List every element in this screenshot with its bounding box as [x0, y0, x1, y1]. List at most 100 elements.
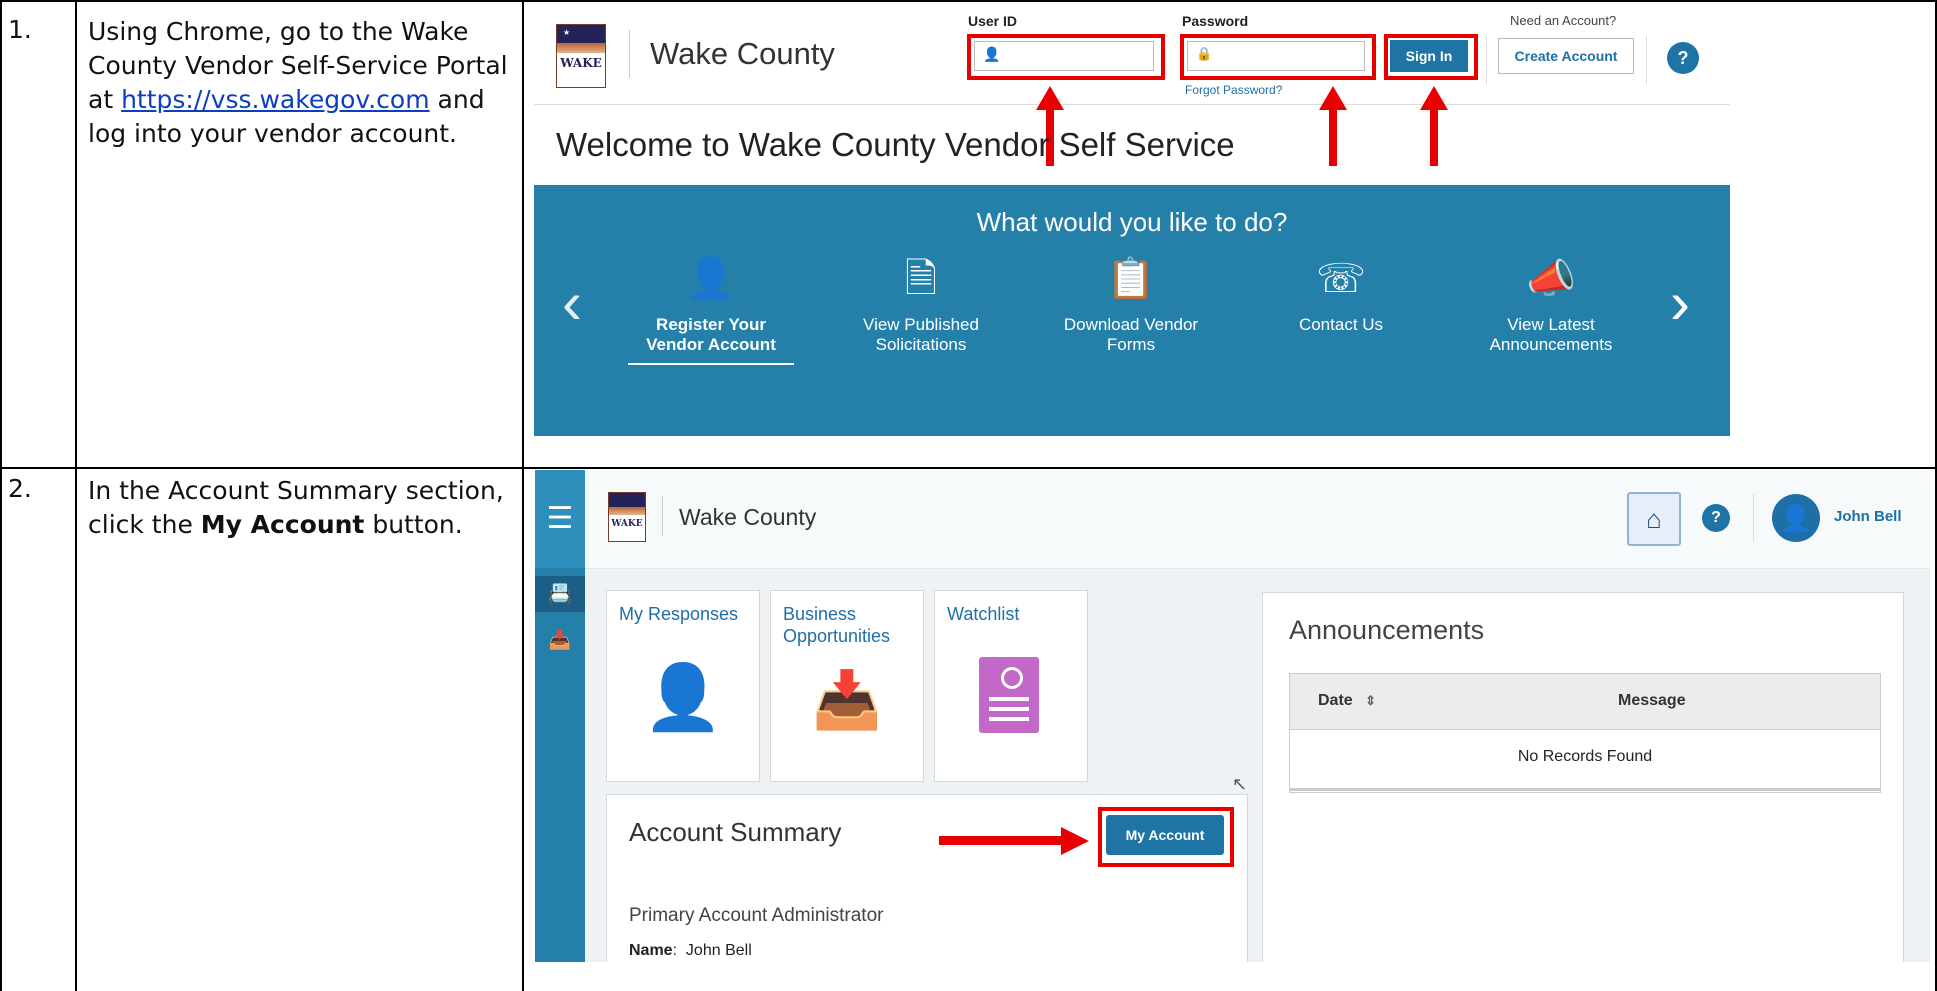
arrow-right-icon: [939, 827, 1089, 855]
admin-name-row: Name: John Bell: [629, 942, 752, 959]
form-download-icon: 📋: [1106, 257, 1156, 301]
portal-link[interactable]: https://vss.wakegov.com: [121, 85, 430, 114]
step-number: 2.: [8, 474, 32, 503]
welcome-heading: Welcome to Wake County Vendor Self Servi…: [556, 126, 1235, 163]
tile-contact-us[interactable]: ☏ Contact Us: [1251, 255, 1431, 335]
announcements-table: Date ⇕ Message No Records Found: [1289, 673, 1881, 793]
step-number: 1.: [8, 15, 32, 44]
my-account-button[interactable]: My Account: [1106, 815, 1224, 855]
table-header: [1290, 674, 1880, 730]
card-my-responses[interactable]: My Responses 👤: [606, 590, 760, 782]
brand-name: Wake County: [679, 504, 817, 530]
avatar[interactable]: 👤: [1772, 494, 1820, 542]
wake-county-logo: ★ WAKE: [556, 24, 606, 88]
card-title: Business Opportunities: [783, 604, 891, 646]
left-nav: ☰ 📇 📥: [535, 470, 585, 962]
user-name[interactable]: John Bell: [1834, 508, 1902, 525]
forgot-password-link[interactable]: Forgot Password?: [1185, 83, 1282, 97]
name-label: Name: [629, 942, 673, 959]
announcements-title: Announcements: [1289, 615, 1485, 645]
logo-text: WAKE: [560, 56, 602, 70]
chevron-right-icon[interactable]: ›: [1670, 273, 1690, 333]
password-label: Password: [1182, 13, 1249, 29]
announcements-panel: Announcements Date ⇕ Message No Records …: [1262, 592, 1904, 962]
column-message: Message: [1618, 692, 1686, 709]
user-icon: 👤: [983, 46, 1001, 62]
table-col-divider-2: [522, 0, 524, 991]
need-account-text: Need an Account?: [1510, 13, 1617, 28]
login-screenshot: ★ WAKE Wake County User ID Password Need…: [534, 8, 1730, 436]
tile-download-forms[interactable]: 📋 Download Vendor Forms: [1041, 255, 1221, 355]
user-id-input[interactable]: 👤: [974, 41, 1154, 71]
table-row-divider: [0, 467, 1937, 469]
tile-label: View Latest: [1507, 315, 1595, 334]
header-divider: [662, 496, 663, 536]
tile-label: Contact Us: [1298, 315, 1384, 334]
contact-card-icon[interactable]: 📇: [535, 576, 585, 612]
tile-active-underline: [628, 363, 794, 365]
brand-name: Wake County: [650, 36, 835, 71]
wake-county-logo: WAKE: [608, 492, 646, 542]
tile-label: Register Your: [656, 315, 766, 334]
instruction-bold: My Account: [200, 510, 365, 539]
header-divider: [629, 30, 630, 78]
tile-label: Download Vendor: [1063, 315, 1199, 334]
sort-icon[interactable]: ⇕: [1365, 693, 1376, 708]
user-id-label: User ID: [968, 13, 1018, 29]
table-bottom-border: [1290, 788, 1880, 791]
tile-label: View Published: [863, 315, 979, 334]
inbox-clock-icon[interactable]: 📥: [535, 622, 585, 658]
password-input[interactable]: 🔒: [1187, 41, 1365, 71]
inbox-clock-icon: 📥: [812, 668, 882, 731]
card-title: My Responses: [619, 604, 739, 624]
header-divider: [1646, 36, 1647, 84]
menu-icon[interactable]: ☰: [535, 470, 585, 568]
table-border-right: [1935, 0, 1937, 991]
lock-icon: 🔒: [1196, 46, 1213, 61]
tile-label: Announcements: [1489, 335, 1613, 354]
chevron-left-icon[interactable]: ‹: [562, 273, 582, 333]
header-bottom-border: [534, 104, 1730, 105]
account-summary-panel: Account Summary My Account Primary Accou…: [606, 794, 1248, 962]
header-divider: [1753, 494, 1754, 542]
sign-in-button[interactable]: Sign In: [1390, 40, 1468, 72]
user-reply-icon: 👤: [643, 661, 723, 733]
carousel-title: What would you like to do?: [976, 207, 1288, 237]
tile-label: Vendor Account: [646, 335, 776, 354]
card-title: Watchlist: [947, 604, 1020, 624]
dashboard-screenshot: ☰ 📇 📥 WAKE Wake County ⌂ ? 👤 John Bell M…: [535, 470, 1930, 962]
arrow-up-icon: [1420, 86, 1448, 166]
card-business-opportunities[interactable]: Business Opportunities 📥: [770, 590, 924, 782]
certificate-icon: [979, 657, 1039, 733]
help-icon[interactable]: ?: [1702, 504, 1730, 532]
document-clock-icon: 🗎: [904, 257, 938, 301]
column-date-label: Date: [1318, 692, 1353, 709]
logo-text: WAKE: [611, 519, 643, 529]
tile-view-solicitations[interactable]: 🗎 View Published Solicitations: [831, 255, 1011, 355]
create-account-button[interactable]: Create Account: [1498, 38, 1634, 74]
no-records-text: No Records Found: [1517, 748, 1653, 765]
tile-register-account[interactable]: 👤 Register Your Vendor Account: [621, 255, 801, 365]
tile-announcements[interactable]: 📣 View Latest Announcements: [1461, 255, 1641, 355]
step-instruction: Using Chrome, go to the Wake County Vend…: [88, 15, 513, 151]
arrow-up-icon: [1319, 86, 1347, 166]
home-button[interactable]: ⌂: [1627, 492, 1681, 546]
account-summary-title: Account Summary: [629, 817, 842, 847]
column-date[interactable]: Date ⇕: [1318, 692, 1376, 710]
name-value: John Bell: [685, 942, 752, 959]
primary-admin-heading: Primary Account Administrator: [629, 905, 884, 926]
help-icon[interactable]: ?: [1667, 42, 1699, 74]
table-border-left: [0, 0, 2, 991]
mouse-cursor-icon: ↖: [1232, 774, 1248, 794]
instruction-text: button.: [364, 510, 463, 539]
step-instruction: In the Account Summary section, click th…: [88, 474, 513, 542]
tile-label: Forms: [1106, 335, 1156, 354]
tile-label: Solicitations: [875, 335, 967, 354]
card-watchlist[interactable]: Watchlist: [934, 590, 1088, 782]
phone-book-icon: ☏: [1315, 257, 1367, 301]
table-border-top: [0, 0, 1937, 2]
header-divider: [1486, 36, 1487, 84]
user-edit-icon: 👤: [686, 257, 736, 301]
megaphone-icon: 📣: [1526, 257, 1576, 301]
table-col-divider-1: [75, 0, 77, 991]
